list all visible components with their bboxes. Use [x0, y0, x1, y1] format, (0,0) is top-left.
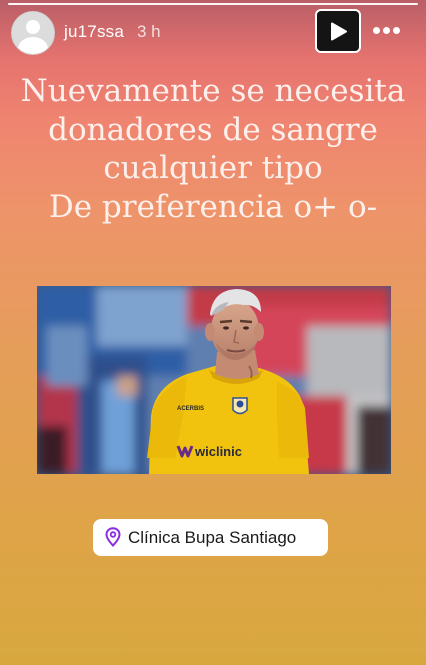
- story-headline-text: Nuevamente se necesita donadores de sang…: [20, 73, 406, 225]
- play-icon: [331, 22, 347, 41]
- location-label: Clínica Bupa Santiago: [128, 528, 297, 547]
- username-link[interactable]: ju17ssa: [64, 22, 124, 42]
- jersey-sponsor-text: wiclinic: [194, 444, 242, 459]
- photo-illustration: ACERBIS wiclinic: [37, 286, 391, 474]
- more-options-button[interactable]: [370, 20, 404, 44]
- story-viewer[interactable]: ju17ssa 3 h Nuevamente se necesita donad…: [0, 0, 426, 665]
- more-options-icon-dot: [373, 27, 380, 34]
- location-pin-icon: [105, 527, 121, 547]
- avatar[interactable]: [11, 11, 55, 55]
- more-options-icon-dot: [383, 27, 390, 34]
- avatar-head: [26, 20, 40, 34]
- more-options-icon-dot: [393, 27, 400, 34]
- avatar-body: [18, 37, 48, 54]
- club-crest: [232, 397, 248, 415]
- play-button[interactable]: [315, 9, 361, 53]
- goalkeeper-photo: ACERBIS wiclinic: [37, 286, 391, 474]
- location-sticker[interactable]: Clínica Bupa Santiago: [93, 519, 328, 556]
- story-header: ju17ssa 3 h: [0, 0, 426, 64]
- jersey-brand-text: ACERBIS: [177, 406, 204, 412]
- story-timestamp: 3 h: [137, 22, 161, 41]
